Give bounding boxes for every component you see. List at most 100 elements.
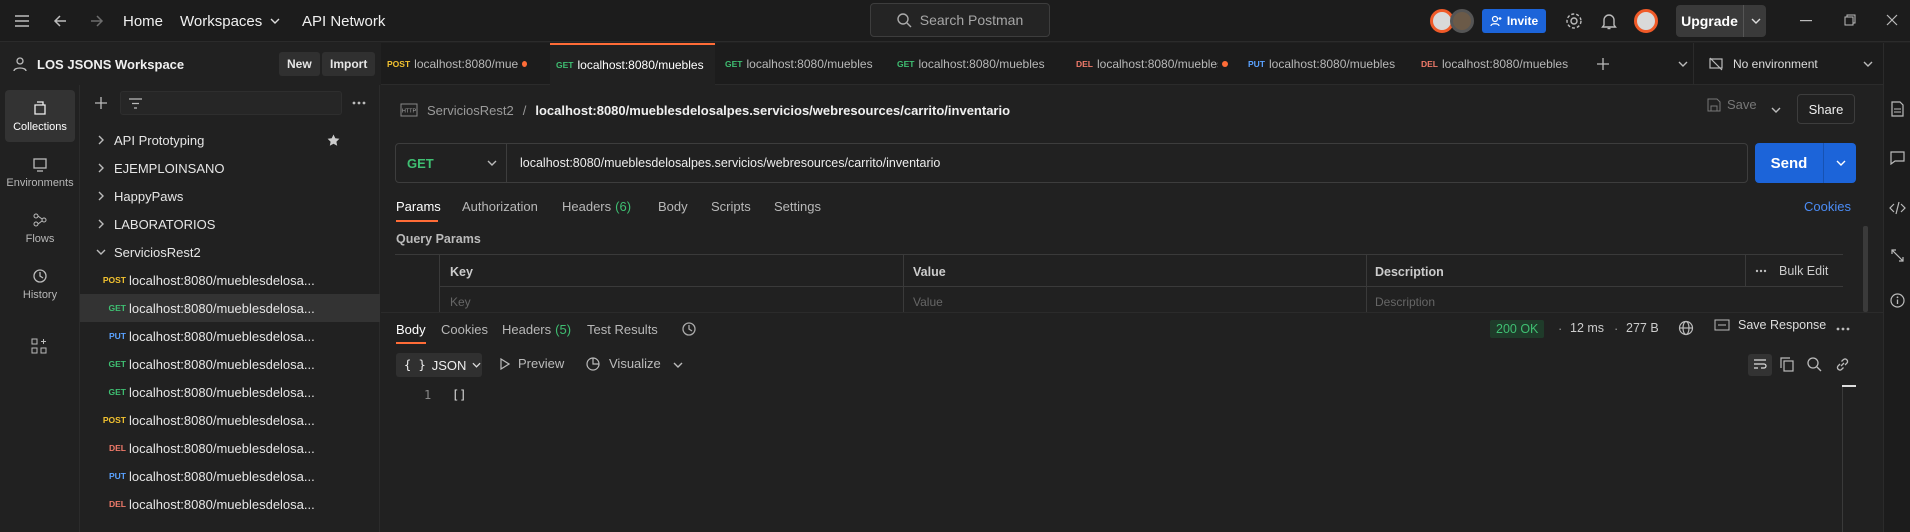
link-icon[interactable] <box>1835 357 1850 372</box>
more-options-icon[interactable] <box>1836 327 1850 331</box>
tab-params[interactable]: Params <box>396 192 441 220</box>
environment-selector[interactable]: No environment <box>1693 43 1883 85</box>
status-badge[interactable]: 200 OK <box>1490 320 1545 338</box>
new-tab-plus-icon[interactable] <box>1597 58 1609 70</box>
configure-sidebar-icon[interactable] <box>31 338 47 354</box>
minimize-window-icon[interactable] <box>1800 20 1812 22</box>
key-placeholder-input[interactable]: Key <box>450 295 471 309</box>
send-button[interactable]: Send <box>1755 143 1856 183</box>
upgrade-button[interactable]: Upgrade <box>1676 5 1766 37</box>
filter-input[interactable] <box>120 91 342 115</box>
response-tab-cookies[interactable]: Cookies <box>441 315 488 343</box>
request-item[interactable]: GET localhost:8080/mueblesdelosa... <box>80 294 380 322</box>
forward-arrow-icon[interactable] <box>90 14 104 28</box>
code-icon[interactable] <box>1889 201 1906 215</box>
response-scrollbar[interactable] <box>1842 385 1856 387</box>
tab-authorization[interactable]: Authorization <box>462 192 538 220</box>
request-tab[interactable]: DEL localhost:8080/muebles <box>1076 43 1228 85</box>
workspaces-menu[interactable]: Workspaces <box>180 0 280 42</box>
notifications-bell-icon[interactable] <box>1601 12 1617 30</box>
network-globe-icon[interactable] <box>1678 320 1694 336</box>
collection-item[interactable]: EJEMPLOINSANO <box>80 154 380 182</box>
wrap-lines-button[interactable] <box>1748 354 1772 376</box>
share-button[interactable]: Share <box>1797 94 1855 124</box>
menu-icon[interactable] <box>14 14 30 28</box>
info-icon[interactable] <box>1890 293 1905 308</box>
back-arrow-icon[interactable] <box>53 14 67 28</box>
invite-button[interactable]: Invite <box>1482 9 1546 33</box>
request-item[interactable]: PUT localhost:8080/mueblesdelosa... <box>80 322 380 350</box>
rail-history[interactable]: History <box>5 258 75 310</box>
response-tab-test-results[interactable]: Test Results <box>587 315 658 343</box>
format-selector[interactable]: { } JSON <box>396 353 482 377</box>
tab-headers[interactable]: Headers (6) <box>562 192 631 220</box>
method-selector[interactable]: GET <box>396 144 507 182</box>
more-options-icon[interactable] <box>352 101 366 105</box>
collection-item[interactable]: HappyPaws <box>80 182 380 210</box>
description-placeholder-input[interactable]: Description <box>1375 295 1435 309</box>
visualize-button[interactable]: Visualize <box>585 356 661 371</box>
save-response-button[interactable]: Save Response <box>1714 318 1826 332</box>
response-time[interactable]: 12 ms <box>1570 321 1604 335</box>
cookies-link[interactable]: Cookies <box>1804 192 1851 220</box>
send-options-chevron-icon[interactable] <box>1836 160 1846 166</box>
collection-item[interactable]: API Prototyping <box>80 126 380 154</box>
request-tab[interactable]: GET localhost:8080/muebles <box>725 43 885 85</box>
import-button[interactable]: Import <box>322 52 376 76</box>
close-window-icon[interactable] <box>1886 14 1898 26</box>
add-collection-icon[interactable] <box>95 97 107 109</box>
restore-window-icon[interactable] <box>1844 14 1856 26</box>
request-item[interactable]: GET localhost:8080/mueblesdelosa... <box>80 350 380 378</box>
rail-environments[interactable]: Environments <box>5 146 75 198</box>
url-input[interactable]: localhost:8080/mueblesdelosalpes.servici… <box>507 156 1747 170</box>
collection-item[interactable]: ServiciosRest2 <box>80 238 380 266</box>
breadcrumb-collection[interactable]: ServiciosRest2 <box>427 103 514 118</box>
settings-gear-icon[interactable] <box>1565 12 1583 30</box>
request-tab[interactable]: PUT localhost:8080/muebles <box>1248 43 1408 85</box>
request-tab-active[interactable]: GET localhost:8080/muebles <box>550 43 715 85</box>
tab-body[interactable]: Body <box>658 192 688 220</box>
preview-button[interactable]: Preview <box>500 356 564 371</box>
tab-settings[interactable]: Settings <box>774 192 821 220</box>
request-item[interactable]: POST localhost:8080/mueblesdelosa... <box>80 266 380 294</box>
response-history-icon[interactable] <box>681 321 697 337</box>
response-body[interactable]: [] <box>452 388 466 402</box>
request-tab[interactable]: DEL localhost:8080/muebles <box>1421 43 1576 85</box>
request-tab[interactable]: POST localhost:8080/mueble <box>387 43 527 85</box>
response-size[interactable]: 277 B <box>1626 321 1659 335</box>
rail-flows[interactable]: Flows <box>5 202 75 254</box>
response-tab-body[interactable]: Body <box>396 315 426 343</box>
star-icon[interactable] <box>327 134 340 147</box>
collection-item[interactable]: LABORATORIOS <box>80 210 380 238</box>
new-button[interactable]: New <box>279 52 320 76</box>
response-tab-headers[interactable]: Headers (5) <box>502 315 571 343</box>
visualize-chevron-icon[interactable] <box>673 362 683 368</box>
api-network-link[interactable]: API Network <box>302 0 385 42</box>
save-button[interactable]: Save <box>1707 97 1757 112</box>
home-link[interactable]: Home <box>123 0 163 42</box>
search-input[interactable]: Search Postman <box>870 3 1050 37</box>
request-title[interactable]: localhost:8080/mueblesdelosalpes.servici… <box>535 103 1010 118</box>
search-icon[interactable] <box>1807 357 1822 372</box>
chevron-down-icon[interactable] <box>1751 18 1761 24</box>
save-options-chevron-icon[interactable] <box>1771 107 1781 113</box>
rail-collections[interactable]: Collections <box>5 90 75 142</box>
tab-scripts[interactable]: Scripts <box>711 192 751 220</box>
comments-icon[interactable] <box>1890 151 1905 165</box>
request-tab[interactable]: GET localhost:8080/muebles <box>897 43 1057 85</box>
request-item[interactable]: GET localhost:8080/mueblesdelosa... <box>80 378 380 406</box>
collaborators-avatars[interactable] <box>1430 9 1474 33</box>
request-item[interactable]: POST localhost:8080/mueblesdelosa... <box>80 406 380 434</box>
documentation-icon[interactable] <box>1891 101 1904 117</box>
request-item[interactable]: PUT localhost:8080/mueblesdelosa... <box>80 462 380 490</box>
request-item[interactable]: DEL localhost:8080/mueblesdelosa... <box>80 434 380 462</box>
params-scrollbar[interactable] <box>1863 226 1868 312</box>
tabs-overflow-chevron-icon[interactable] <box>1678 61 1688 67</box>
value-placeholder-input[interactable]: Value <box>913 295 943 309</box>
save-label: Save <box>1727 97 1757 112</box>
copy-icon[interactable] <box>1780 357 1794 372</box>
request-item[interactable]: DEL localhost:8080/mueblesdelosa... <box>80 490 380 518</box>
bulk-edit-button[interactable]: Bulk Edit <box>1755 264 1828 278</box>
user-avatar[interactable] <box>1634 9 1658 33</box>
related-requests-icon[interactable] <box>1890 248 1905 263</box>
